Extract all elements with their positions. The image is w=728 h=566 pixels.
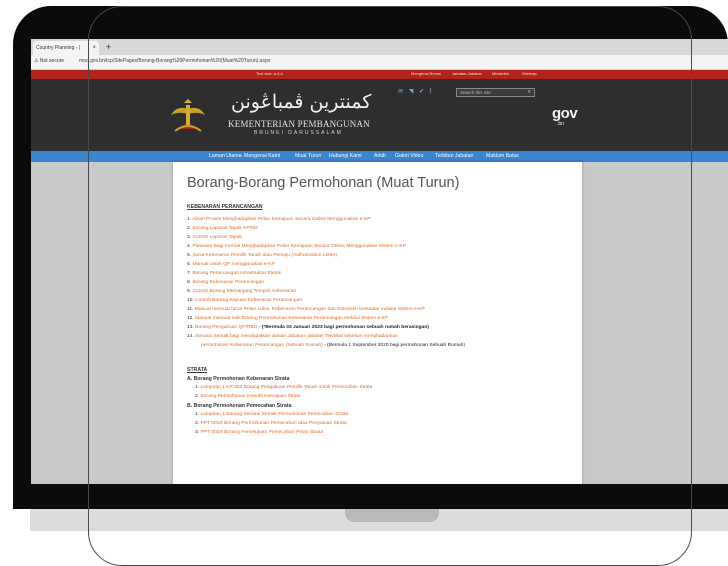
list-item[interactable]: 1. Lampiran 1 KP 003 Borang Pengakuan Pe… (195, 385, 372, 390)
nav-hubungi-kami[interactable]: Hubungi Kami (329, 153, 362, 159)
ministry-name-jawi: كمنترين ڤمباڠونن (231, 91, 372, 113)
search-placeholder: Search this site (460, 90, 491, 95)
gov-bn-logo[interactable]: gov (552, 105, 578, 122)
address-bar[interactable]: ⚠ Not secure mod.gov.bn/tcp/SitePages/Bo… (31, 55, 728, 70)
browser-tab[interactable]: Country Planning - ( × (33, 41, 99, 55)
list-item[interactable]: 9. Contoh Borang Memanjang Tempoh Kebena… (187, 289, 296, 294)
brunei-emblem-icon (171, 99, 205, 132)
list-item[interactable]: 13. Borang Pengakuan QP/RBO - (*Bermula … (187, 325, 429, 330)
laptop-notch (345, 509, 439, 522)
nav-laman-utama[interactable]: Laman Utama (209, 153, 242, 159)
list-item[interactable]: 2. Borang Permohonan Insentif Kemajuan S… (195, 394, 301, 399)
nav-muat-turun[interactable]: Muat Turun (295, 153, 321, 159)
list-item[interactable]: 3. Contoh Laporan Tapak (187, 235, 242, 240)
list-item[interactable]: 7. Borang Perancangan Infrastruktur Elet… (187, 271, 281, 276)
laptop-screen: Country Planning - ( × + ⚠ Not secure mo… (31, 39, 728, 484)
search-input[interactable]: Search this site ⌕ (456, 88, 535, 97)
list-item[interactable]: 3. PPT 002S Borang Persetujuan Pemecahan… (195, 430, 323, 435)
section-heading-strata: STRATA (187, 367, 208, 373)
list-item[interactable]: 14. Senarai Semak bagi mendapatkan ulasa… (187, 334, 398, 339)
search-icon[interactable]: ⌕ (528, 89, 531, 96)
top-link-mengenai-brunei[interactable]: Mengenai Brunei (411, 71, 441, 76)
top-link-sitemap[interactable]: Sitemap (522, 71, 537, 76)
close-tab-icon[interactable]: × (92, 41, 96, 55)
list-item[interactable]: 1. Lampiran 1 Borang Senarai Semak Permo… (195, 412, 348, 417)
url-text[interactable]: mod.gov.bn/tcp/SitePages/Borang-Borang%2… (79, 58, 270, 64)
nav-mengenai-kami[interactable]: Mengenai Kami (244, 153, 280, 159)
site-header: كمنترين ڤمباڠونن KEMENTERIAN PEMBANGUNAN… (31, 79, 728, 151)
subheading-pemecahan-strata: B. Borang Permohonan Pemecahan Strata (187, 403, 292, 409)
ministry-name: KEMENTERIAN PEMBANGUNAN (228, 119, 370, 129)
subheading-kebenaran-strata: A. Borang Permohonan Kebenaran Strata (187, 376, 290, 382)
list-item[interactable]: 10. Contoh Borang Rayuan Kebenaran Peran… (187, 298, 302, 303)
gov-bn-suffix: .bn (557, 121, 564, 127)
list-item[interactable]: 5. Surat Kebenaran Pemilik Tanah atau Pe… (187, 253, 337, 258)
page-title: Borang-Borang Permohonan (Muat Turun) (187, 175, 460, 191)
list-item-continuation[interactable]: permohonan Kebenaran Perancangan (Sebuah… (201, 343, 465, 348)
top-utility-nav: Text size: a A A Mengenai Brunei Jabatan… (31, 70, 728, 79)
social-icons[interactable]: ✉ ◥ ✔ f (398, 88, 433, 95)
main-content: Borang-Borang Permohonan (Muat Turun) KE… (173, 162, 582, 484)
nav-maklum-balas[interactable]: Maklum Balas (486, 153, 519, 159)
list-item[interactable]: 1. Aliran Proses Menghadapkan Pelan Kema… (187, 217, 371, 222)
top-link-jabatan[interactable]: Jabatan-Jabatan (452, 71, 482, 76)
tab-title: Country Planning - ( (36, 45, 81, 51)
section-heading-kebenaran: KEBENARAN PERANCANGAN (187, 204, 263, 210)
not-secure-badge[interactable]: ⚠ Not secure (34, 58, 64, 64)
list-item[interactable]: 12. Manual memuat naik Borang Permohonan… (187, 316, 388, 321)
list-item[interactable]: 2. PPT 001S Borang Permohonan Pemecahan … (195, 421, 347, 426)
nav-galeri-video[interactable]: Galeri Video (395, 153, 423, 159)
list-item[interactable]: 8. Borang Kebenaran Perancangan (187, 280, 264, 285)
list-item[interactable]: 2. Borang Laporan Tapak KP002 (187, 226, 258, 231)
main-nav: Laman Utama Mengenai Kami Muat Turun Hub… (31, 151, 728, 162)
text-size-control[interactable]: Text size: a A A (256, 71, 283, 76)
browser-tab-bar: Country Planning - ( × + (31, 39, 728, 55)
country-name: BRUNEI DARUSSALAM (254, 130, 343, 136)
list-item[interactable]: 4. Piawaian Bagi Format Menghadapkan Pel… (187, 244, 406, 249)
nav-terbitan-jabatan[interactable]: Terbitan Jabatan (435, 153, 473, 159)
list-item[interactable]: 11. Manual memuat turun Pelan Lukis, Keb… (187, 307, 425, 312)
nav-arkib[interactable]: Arkib (374, 153, 386, 159)
top-link-ministries[interactable]: Ministries (492, 71, 509, 76)
new-tab-button[interactable]: + (106, 40, 111, 54)
list-item[interactable]: 6. Manual untuk QP menggunakan e-KP (187, 262, 275, 267)
